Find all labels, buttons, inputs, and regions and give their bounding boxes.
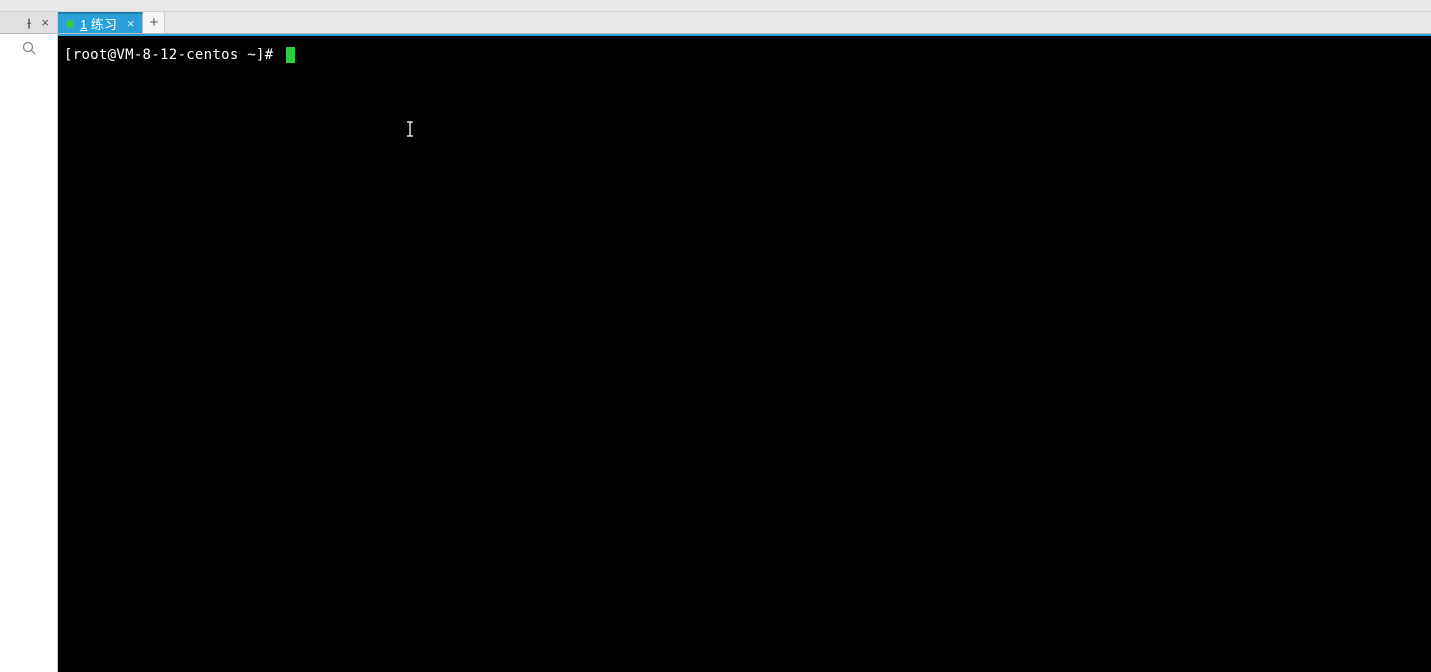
terminal-line: [root@VM-8-12-centos ~]# — [64, 46, 1425, 64]
terminal-viewport[interactable]: [root@VM-8-12-centos ~]# — [58, 34, 1431, 672]
tab-title-text: 练习 — [91, 17, 117, 32]
new-tab-button[interactable]: + — [143, 12, 165, 33]
tab-label: 1 练习 — [80, 14, 117, 33]
terminal-cursor — [286, 47, 295, 63]
mouse-ibeam-cursor — [406, 121, 408, 137]
main-area: [root@VM-8-12-centos ~]# — [0, 34, 1431, 672]
search-icon[interactable] — [21, 40, 37, 56]
sidebar-tab-controls: × — [0, 12, 58, 33]
tab-close-icon[interactable]: × — [127, 17, 135, 30]
shell-prompt: [root@VM-8-12-centos ~]# — [64, 47, 282, 63]
pin-icon[interactable] — [23, 17, 35, 29]
sidebar-close-icon[interactable]: × — [41, 16, 49, 29]
tab-number: 1 — [80, 17, 87, 32]
sidebar-panel — [0, 34, 58, 672]
tab-status-dot — [66, 20, 74, 28]
tabs-bar: × 1 练习 × + — [0, 12, 1431, 34]
window-title-bar — [0, 0, 1431, 12]
tab-session-1[interactable]: 1 练习 × — [58, 12, 143, 33]
